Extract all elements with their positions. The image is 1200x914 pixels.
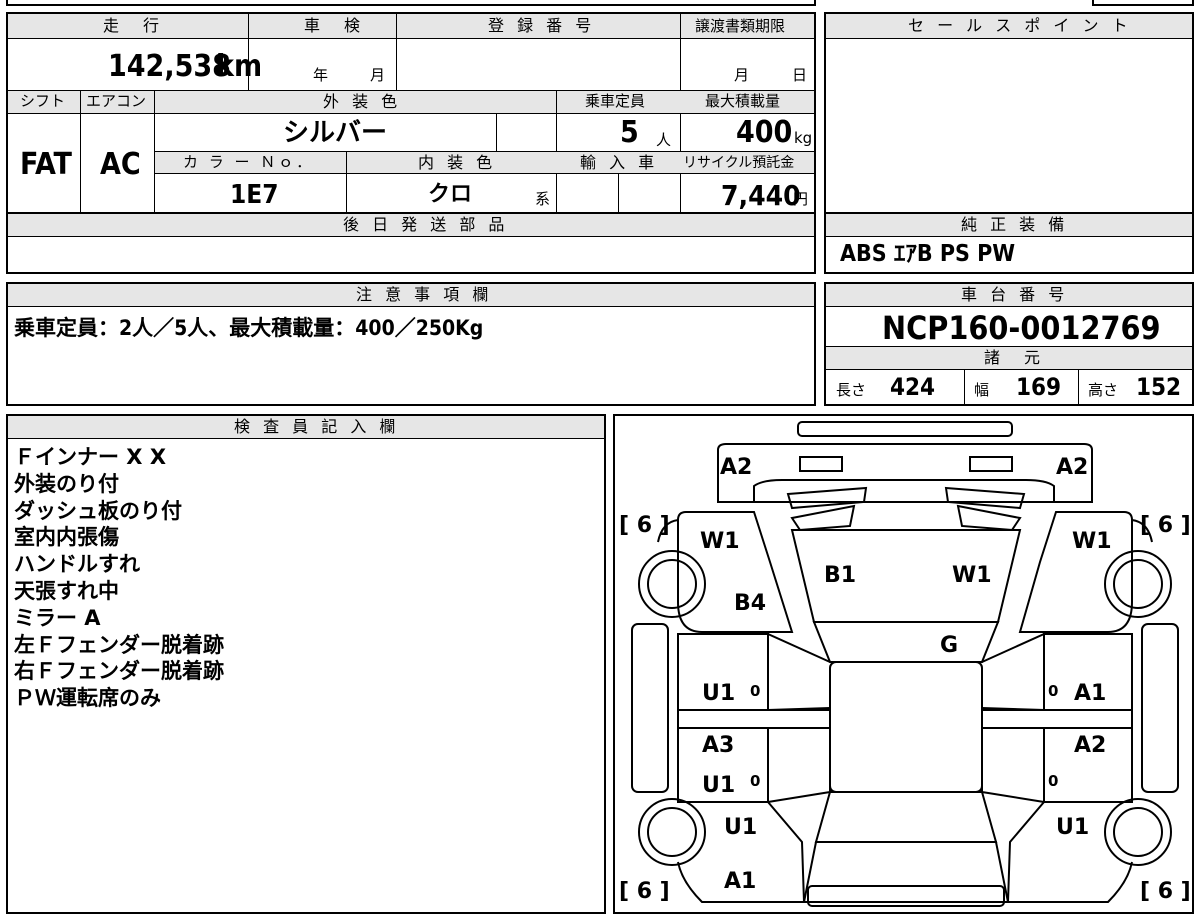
- recycle-value: 7,440: [721, 179, 801, 212]
- label-rear-door-left-b: U1: [702, 773, 735, 798]
- inspector-line: 右Ｆフェンダー脱着跡: [14, 659, 224, 684]
- colorno-value: 1E7: [230, 180, 279, 210]
- capacity-header: 乗車定員: [585, 92, 646, 110]
- tire-rear-right: [ 6 ]: [1140, 879, 1191, 904]
- label-hood-right: W1: [952, 563, 992, 588]
- inspector-box: 検 査 員 記 入 欄 Ｆインナー X X 外装のり付 ダッシュ板のり付 室内内…: [6, 414, 606, 914]
- shift-header: シフト: [20, 92, 66, 110]
- top-remnant-row: [6, 0, 816, 6]
- aircon-header: エアコン: [86, 92, 147, 110]
- notes-value: 乗車定員：2人／5人、最大積載量：400／250Kg: [14, 316, 484, 340]
- inspector-line: 左Ｆフェンダー脱着跡: [14, 632, 224, 657]
- maxload-unit: kg: [794, 129, 813, 147]
- genuine-equipment-box: 純 正 装 備 ABS ｴｱB PS PW: [824, 212, 1194, 274]
- mileage-unit: km: [216, 49, 263, 84]
- label-front-door-left: U1: [702, 681, 735, 706]
- interior-value: クロ: [428, 182, 473, 207]
- tire-rear-left: [ 6 ]: [619, 879, 670, 904]
- dims-header: 諸 元: [984, 348, 1045, 367]
- chassis-header: 車 台 番 号: [961, 285, 1069, 304]
- sales-header: セ ー ル ス ポ イ ン ト: [908, 16, 1132, 35]
- inspector-line: ダッシュ板のり付: [14, 498, 182, 523]
- label-pillar-left: B4: [734, 591, 766, 616]
- inspector-header: 検 査 員 記 入 欄: [234, 417, 400, 436]
- mileage-value: 142,538: [108, 49, 231, 84]
- tire-front-left: [ 6 ]: [619, 513, 670, 538]
- notes-box: 注 意 事 項 欄 乗車定員：2人／5人、最大積載量：400／250Kg: [6, 282, 816, 406]
- maxload-header: 最大積載量: [705, 92, 781, 110]
- import-header: 輸 入 車: [580, 153, 659, 172]
- maxload-value: 400: [736, 115, 793, 150]
- damage-diagram-box: A2 A2 W1 W1 B1 W1 B4 G U1 A1 A3 U1 A2 U1…: [613, 414, 1194, 914]
- month-label: 月: [370, 66, 386, 84]
- height-value: 152: [1136, 373, 1182, 401]
- spec-table: 走 行 車 検 登 録 番 号 譲渡書類期限 142,538 km 年 月 月 …: [6, 12, 816, 214]
- top-remnant-right: [1092, 0, 1194, 6]
- zero-mark: 0: [1048, 772, 1058, 790]
- inspector-line: 外装のり付: [14, 471, 119, 496]
- interior-header: 内 装 色: [418, 153, 497, 172]
- transfer-day: 日: [792, 66, 808, 84]
- inspector-line: ＰＷ運転席のみ: [14, 686, 161, 711]
- height-label: 高さ: [1088, 381, 1119, 399]
- car-diagram: A2 A2 W1 W1 B1 W1 B4 G U1 A1 A3 U1 A2 U1…: [619, 421, 1191, 907]
- label-front-door-right: A1: [1074, 681, 1106, 706]
- recycle-unit: 円: [793, 190, 809, 208]
- transfer-header: 譲渡書類期限: [695, 17, 786, 35]
- label-rear-fender-right: U1: [1056, 815, 1089, 840]
- capacity-unit: 人: [656, 131, 672, 149]
- inspector-line: ミラー A: [14, 605, 101, 630]
- inspector-line: 天張すれ中: [14, 578, 119, 603]
- year-label: 年: [313, 66, 329, 84]
- zero-mark: 0: [1048, 682, 1058, 700]
- label-rear-fender-left: U1: [724, 815, 757, 840]
- colorno-header: カ ラ ー Ｎｏ．: [183, 153, 315, 171]
- later-parts-box: 後 日 発 送 部 品: [6, 212, 816, 274]
- label-rear-bottom: A1: [724, 869, 756, 894]
- width-value: 169: [1016, 373, 1062, 401]
- length-label: 長さ: [836, 381, 867, 399]
- chassis-value: NCP160-0012769: [882, 309, 1161, 347]
- label-front-right: A2: [1056, 455, 1088, 480]
- label-windshield: G: [940, 633, 958, 658]
- mileage-header: 走 行: [103, 16, 164, 35]
- chassis-box: 車 台 番 号 NCP160-0012769 諸 元 長さ 424 幅 169 …: [824, 282, 1194, 406]
- inspector-line: 室内内張傷: [14, 525, 119, 550]
- zero-mark: 0: [750, 682, 760, 700]
- aircon-value: AC: [100, 147, 141, 182]
- tire-front-right: [ 6 ]: [1140, 513, 1191, 538]
- label-rear-door-left-a: A3: [702, 733, 734, 758]
- length-value: 424: [890, 373, 936, 401]
- interior-suffix: 系: [535, 190, 551, 208]
- label-fender-left: W1: [700, 529, 740, 554]
- later-parts-header: 後 日 発 送 部 品: [343, 215, 509, 234]
- genuine-header: 純 正 装 備: [961, 215, 1069, 234]
- inspector-line: Ｆインナー X X: [14, 445, 167, 469]
- recycle-header: リサイクル預託金: [683, 155, 795, 171]
- inspector-lines: Ｆインナー X X 外装のり付 ダッシュ板のり付 室内内張傷 ハンドルすれ 天張…: [14, 444, 224, 712]
- label-hood-left: B1: [824, 563, 856, 588]
- shaken-header: 車 検: [304, 16, 365, 35]
- width-label: 幅: [974, 381, 990, 399]
- exterior-value: シルバー: [283, 118, 388, 148]
- label-rear-door-right: A2: [1074, 733, 1106, 758]
- sales-point-box: セ ー ル ス ポ イ ン ト: [824, 12, 1194, 214]
- label-front-left: A2: [720, 455, 752, 480]
- capacity-value: 5: [620, 115, 639, 150]
- shift-value: FAT: [20, 147, 72, 182]
- notes-header: 注 意 事 項 欄: [356, 285, 493, 304]
- reg-header: 登 録 番 号: [488, 16, 596, 35]
- label-fender-right: W1: [1072, 529, 1112, 554]
- inspector-line: ハンドルすれ: [14, 552, 140, 577]
- genuine-value: ABS ｴｱB PS PW: [840, 241, 1016, 267]
- transfer-month: 月: [734, 66, 750, 84]
- zero-mark: 0: [750, 772, 760, 790]
- exterior-header: 外 装 色: [323, 92, 402, 111]
